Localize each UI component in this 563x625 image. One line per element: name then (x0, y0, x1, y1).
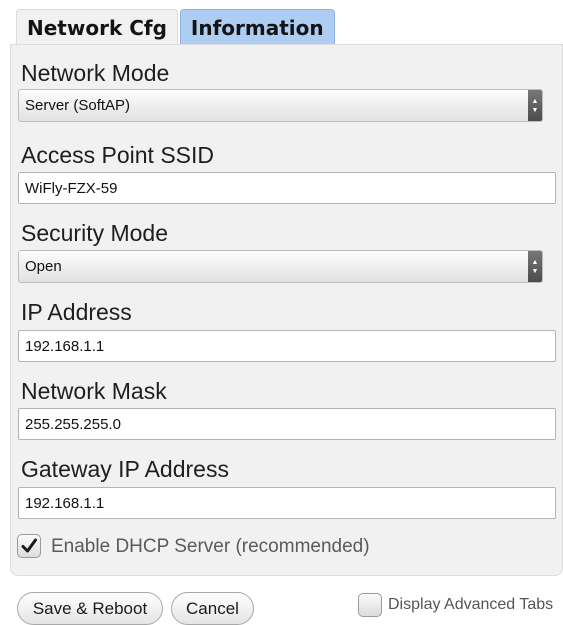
gateway-label: Gateway IP Address (21, 456, 229, 482)
ip-address-label: IP Address (21, 299, 132, 325)
cancel-button[interactable]: Cancel (171, 592, 254, 625)
ip-address-input[interactable] (18, 330, 556, 362)
checkmark-icon (21, 538, 37, 553)
security-mode-value: Open (25, 258, 62, 275)
security-mode-select[interactable]: Open ▲ ▼ (18, 250, 543, 283)
security-mode-label: Security Mode (21, 220, 169, 246)
ssid-label: Access Point SSID (21, 142, 215, 168)
advanced-tabs-label: Display Advanced Tabs (388, 596, 554, 613)
gateway-input[interactable] (18, 487, 556, 519)
dhcp-checkbox[interactable] (17, 534, 41, 558)
updown-arrow-icon: ▲ ▼ (528, 90, 542, 121)
network-mode-select[interactable]: Server (SoftAP) ▲ ▼ (18, 89, 543, 122)
dhcp-label: Enable DHCP Server (recommended) (51, 536, 370, 557)
network-mask-input[interactable] (18, 408, 556, 440)
save-reboot-button[interactable]: Save & Reboot (17, 592, 163, 625)
advanced-tabs-checkbox[interactable] (358, 593, 382, 617)
network-mode-value: Server (SoftAP) (25, 97, 131, 114)
network-mode-label: Network Mode (21, 60, 170, 86)
updown-arrow-icon: ▲ ▼ (528, 251, 542, 282)
tab-bar: Network Cfg Information (16, 9, 335, 45)
ssid-input[interactable] (18, 172, 556, 204)
network-mask-label: Network Mask (21, 378, 167, 404)
tab-network-cfg[interactable]: Network Cfg (16, 9, 178, 45)
tab-information[interactable]: Information (179, 9, 335, 45)
